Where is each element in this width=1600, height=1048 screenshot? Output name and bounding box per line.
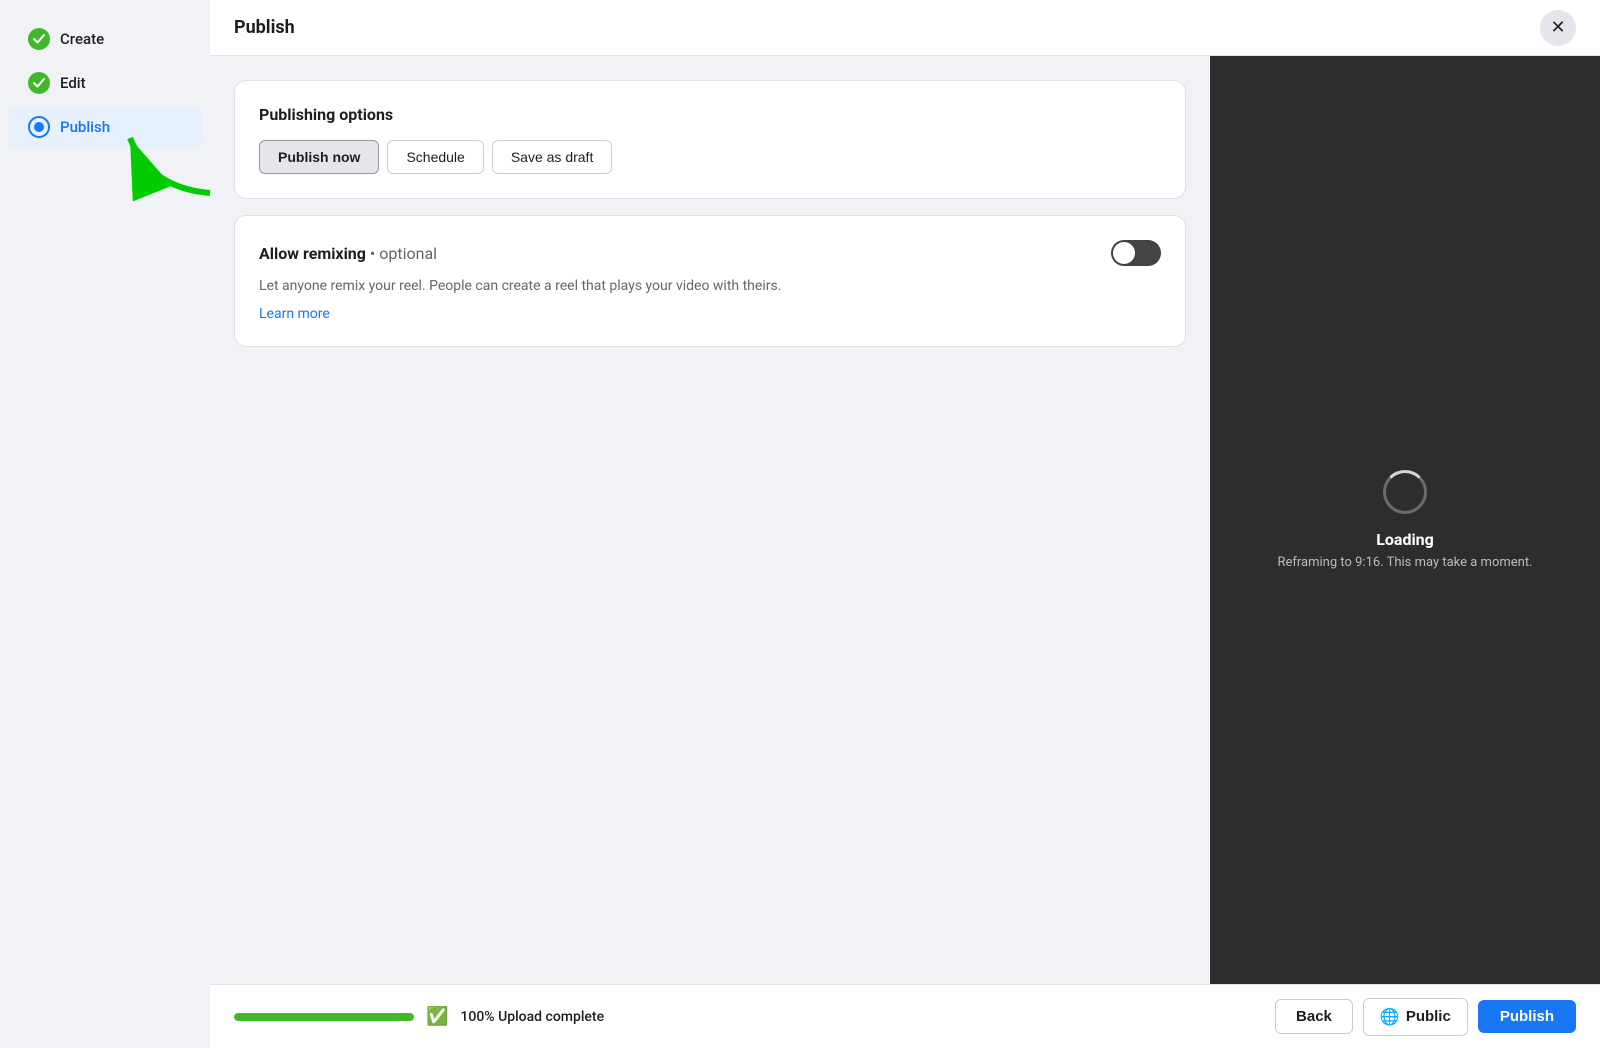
globe-icon: 🌐 [1380, 1007, 1400, 1027]
left-panel: Publishing options Publish now Schedule … [210, 56, 1210, 984]
remixing-title: Allow remixing [259, 244, 366, 263]
remixing-header: Allow remixing • optional [259, 240, 1161, 266]
sidebar-item-publish[interactable]: Publish [8, 106, 202, 148]
loading-sub-label: Reframing to 9:16. This may take a momen… [1277, 555, 1532, 570]
close-button[interactable]: ✕ [1540, 10, 1576, 46]
edit-icon [28, 72, 50, 94]
remixing-title-group: Allow remixing • optional [259, 244, 437, 263]
bottom-bar: ✅ 100% Upload complete Back 🌐 Public Pub… [210, 984, 1600, 1048]
public-label: Public [1406, 1008, 1451, 1025]
progress-bar [234, 1013, 414, 1021]
dialog-body: Publishing options Publish now Schedule … [210, 56, 1600, 984]
tab-schedule[interactable]: Schedule [387, 140, 483, 174]
upload-status: ✅ 100% Upload complete [234, 1006, 604, 1027]
remixing-toggle[interactable] [1111, 240, 1161, 266]
full-dialog: Publish ✕ Publishing options Publish now… [210, 0, 1600, 1048]
publish-button[interactable]: Publish [1478, 1000, 1576, 1033]
bottom-actions: Back 🌐 Public Publish [1275, 998, 1576, 1036]
publishing-options-card: Publishing options Publish now Schedule … [234, 80, 1186, 199]
publishing-tabs: Publish now Schedule Save as draft [259, 140, 1161, 174]
back-button[interactable]: Back [1275, 999, 1353, 1034]
sidebar-item-edit-label: Edit [60, 74, 86, 92]
public-button[interactable]: 🌐 Public [1363, 998, 1468, 1036]
toggle-knob [1113, 242, 1135, 264]
remixing-optional: • optional [370, 244, 437, 263]
create-icon [28, 28, 50, 50]
loading-label: Loading [1376, 530, 1434, 549]
progress-fill [234, 1013, 414, 1021]
upload-label: 100% Upload complete [460, 1009, 604, 1025]
video-preview-panel: Loading Reframing to 9:16. This may take… [1210, 56, 1600, 984]
sidebar-item-publish-label: Publish [60, 118, 110, 136]
publish-step-icon [28, 116, 50, 138]
remixing-description: Let anyone remix your reel. People can c… [259, 276, 1161, 297]
sidebar-item-create[interactable]: Create [8, 18, 202, 60]
upload-check-icon: ✅ [426, 1006, 448, 1027]
sidebar-item-create-label: Create [60, 30, 104, 48]
dialog-header: Publish ✕ [210, 0, 1600, 56]
remixing-card: Allow remixing • optional Let anyone rem… [234, 215, 1186, 347]
page-wrapper: Create Edit Publish [0, 0, 1600, 1048]
tab-save-as-draft[interactable]: Save as draft [492, 140, 613, 174]
tab-publish-now[interactable]: Publish now [259, 140, 379, 174]
loading-spinner [1383, 470, 1427, 514]
dialog-title: Publish [234, 17, 295, 38]
publishing-options-title: Publishing options [259, 105, 1161, 124]
sidebar: Create Edit Publish [0, 0, 210, 1048]
sidebar-item-edit[interactable]: Edit [8, 62, 202, 104]
learn-more-link[interactable]: Learn more [259, 306, 330, 322]
